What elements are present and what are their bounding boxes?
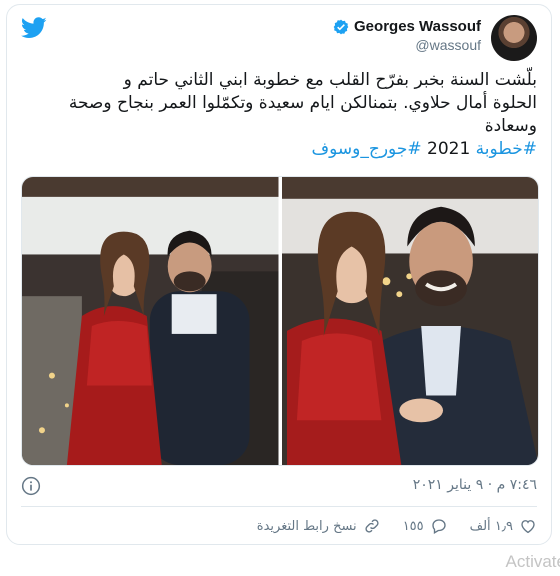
tweet-line: وسعادة <box>484 116 537 136</box>
avatar[interactable] <box>491 15 537 61</box>
like-button[interactable]: ١٫٩ ألف <box>470 517 537 535</box>
divider <box>21 506 537 507</box>
hashtag-line: #خطوبة 2021 #جورج_وسوف <box>23 138 537 161</box>
tweet-line: بلّشت السنة بخبر بفرّح القلب مع خطوبة اب… <box>123 70 537 90</box>
user-handle[interactable]: @wassouf <box>333 37 481 53</box>
twitter-bird-icon[interactable] <box>21 17 47 39</box>
verified-badge-icon <box>333 19 349 34</box>
copy-link-label: نسخ رابط التغريدة <box>256 518 357 534</box>
heart-icon <box>521 520 535 534</box>
copy-link-button[interactable]: نسخ رابط التغريدة <box>257 517 381 535</box>
tweet-card[interactable]: Georges Wassouf @wassouf بلّشت السنة بخب… <box>6 4 552 545</box>
info-icon[interactable] <box>21 476 41 496</box>
activate-watermark: Activate <box>505 552 560 571</box>
hashtag-suffix: 2021 <box>427 139 476 159</box>
link-icon <box>365 519 379 533</box>
photo-left[interactable] <box>22 177 279 465</box>
tweet-media[interactable] <box>21 176 539 466</box>
action-bar: ١٫٩ ألف ١٥٥ نسخ رابط التغريدة <box>21 514 537 538</box>
tweet-text: بلّشت السنة بخبر بفرّح القلب مع خطوبة اب… <box>23 69 537 161</box>
display-name[interactable]: Georges Wassouf <box>354 18 481 35</box>
reply-icon <box>431 519 446 534</box>
tweet-line: الحلوة أمال حلاوي. بتمنالكن ايام سعيدة و… <box>68 93 537 113</box>
reply-button[interactable]: ١٥٥ <box>403 517 448 535</box>
author-block[interactable]: Georges Wassouf @wassouf <box>333 18 481 53</box>
like-count: ١٫٩ ألف <box>469 518 513 534</box>
hashtag-link[interactable]: #خطوبة <box>476 139 537 159</box>
reply-count: ١٥٥ <box>402 518 424 534</box>
photo-right[interactable] <box>281 177 538 465</box>
hashtag-link[interactable]: #جورج_وسوف <box>312 139 422 159</box>
tweet-timestamp[interactable]: ٧:٤٦ م · ٩ يناير ٢٠٢١ <box>413 477 537 493</box>
